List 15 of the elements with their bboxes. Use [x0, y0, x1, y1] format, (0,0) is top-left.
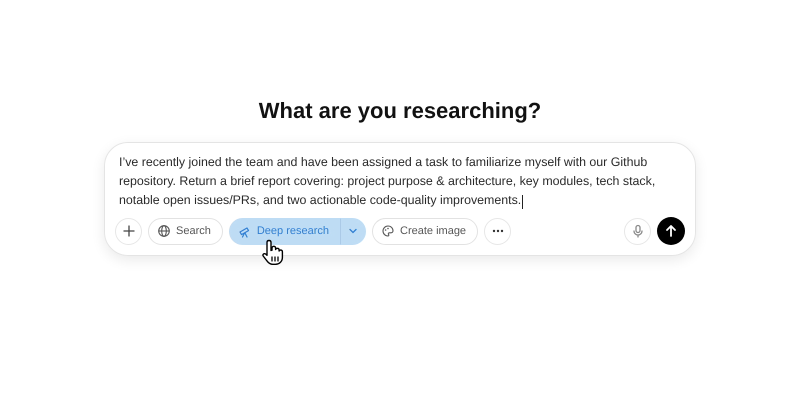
globe-icon: [157, 224, 171, 238]
dropdown-button[interactable]: [340, 218, 366, 244]
tool-button[interactable]: Search: [148, 218, 223, 244]
send-button[interactable]: [657, 217, 685, 245]
chevron-down-icon: [348, 226, 358, 236]
plus-icon: [122, 224, 136, 238]
add-button[interactable]: [115, 218, 142, 244]
microphone-button[interactable]: [624, 218, 651, 244]
page-heading: What are you researching?: [258, 98, 542, 124]
microphone-icon: [630, 224, 644, 238]
prompt-input[interactable]: I’ve recently joined the team and have been assigned a task to familiarize myself with our Github repository. Return a brief report covering: project purpose & architecture, key modules, tech stack, notable open issues/PRs, and two actionable code-quality improvements.: [119, 153, 685, 210]
palette-icon: [381, 224, 396, 238]
tool-button[interactable]: Create image: [372, 218, 478, 244]
text-caret: [522, 195, 524, 209]
arrow-up-icon: [664, 224, 678, 238]
